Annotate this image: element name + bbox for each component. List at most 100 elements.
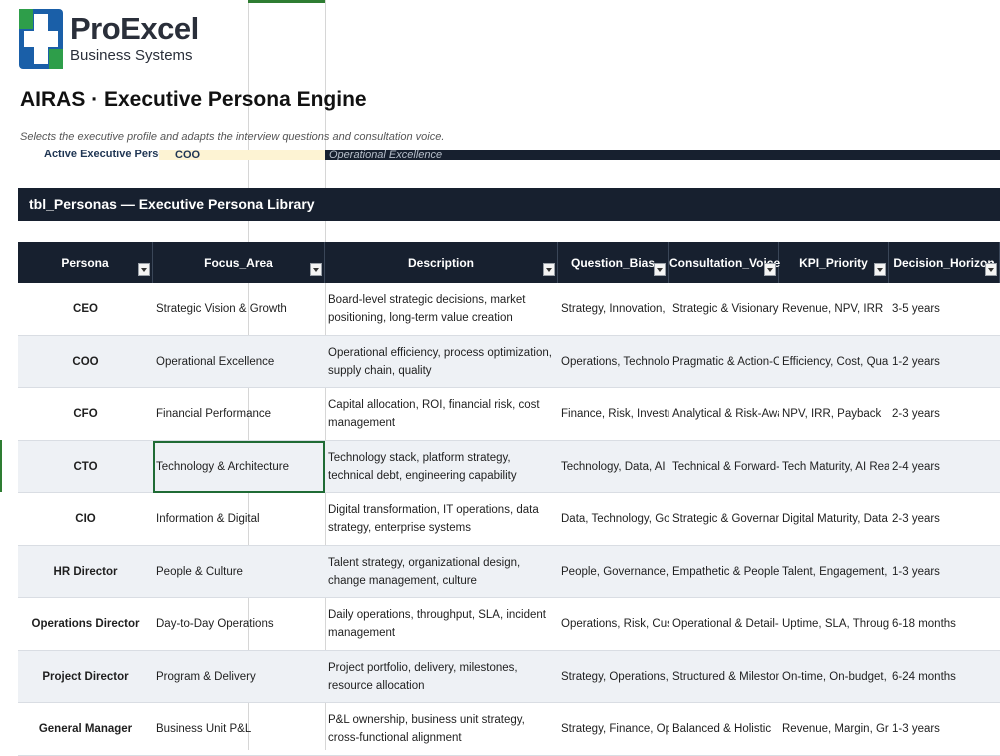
filter-dropdown-icon[interactable] bbox=[764, 263, 776, 276]
table-body: CEO Strategic Vision & Growth Board-level … bbox=[18, 283, 1000, 756]
cell-decision-horizon[interactable]: 2-4 years bbox=[889, 441, 1000, 493]
cell-focus-area[interactable]: Program & Delivery bbox=[153, 651, 325, 703]
cell-decision-horizon[interactable]: 3-5 years bbox=[889, 283, 1000, 335]
cell-question-bias[interactable]: Finance, Risk, Investment bbox=[558, 388, 669, 440]
cell-decision-horizon[interactable]: 2-3 years bbox=[889, 388, 1000, 440]
cell-description[interactable]: Technology stack, platform strategy, tec… bbox=[325, 441, 558, 493]
column-selection-accent bbox=[248, 0, 325, 3]
column-header-consultation-voice[interactable]: Consultation_Voice bbox=[669, 242, 780, 283]
filter-dropdown-icon[interactable] bbox=[874, 263, 886, 276]
column-header-description[interactable]: Description bbox=[325, 242, 558, 283]
cell-persona[interactable]: CIO bbox=[18, 493, 153, 545]
cell-question-bias[interactable]: Data, Technology, Govern bbox=[558, 493, 669, 545]
cell-kpi-priority[interactable]: Revenue, NPV, IRR bbox=[779, 283, 889, 335]
column-header-persona[interactable]: Persona bbox=[18, 242, 153, 283]
persona-table: Persona Focus_Area Description Question_Bia… bbox=[18, 242, 1000, 756]
cell-persona[interactable]: COO bbox=[18, 336, 153, 388]
cell-focus-area[interactable]: Strategic Vision & Growth bbox=[153, 283, 325, 335]
cell-kpi-priority[interactable]: Digital Maturity, Data Qu bbox=[779, 493, 889, 545]
table-row: Project Director Program & Delivery Projec… bbox=[18, 650, 1000, 703]
table-row: Operations Director Day-to-Day Operations… bbox=[18, 598, 1000, 651]
column-header-label: Persona bbox=[61, 256, 109, 270]
filter-dropdown-icon[interactable] bbox=[985, 263, 997, 276]
filter-dropdown-icon[interactable] bbox=[138, 263, 150, 276]
brand-subtitle: Business Systems bbox=[70, 47, 193, 64]
cell-persona[interactable]: CEO bbox=[18, 283, 153, 335]
proexcel-logo-icon bbox=[19, 9, 63, 69]
cell-kpi-priority[interactable]: NPV, IRR, Payback bbox=[779, 388, 889, 440]
filter-dropdown-icon[interactable] bbox=[654, 263, 666, 276]
cell-kpi-priority[interactable]: Uptime, SLA, Throughput bbox=[779, 598, 889, 650]
cell-decision-horizon[interactable]: 1-3 years bbox=[889, 546, 1000, 598]
cell-question-bias[interactable]: Strategy, Operations, Fina bbox=[558, 651, 669, 703]
brand: ProExcel Business Systems bbox=[70, 11, 199, 66]
cell-focus-area[interactable]: Operational Excellence bbox=[153, 336, 325, 388]
cell-kpi-priority[interactable]: Efficiency, Cost, Quality bbox=[779, 336, 889, 388]
cell-persona[interactable]: Project Director bbox=[18, 651, 153, 703]
cell-question-bias[interactable]: Operations, Technology, F bbox=[558, 336, 669, 388]
cell-description[interactable]: Board-level strategic decisions, market … bbox=[325, 283, 558, 335]
cell-description[interactable]: P&L ownership, business unit strategy, c… bbox=[325, 703, 558, 755]
cell-question-bias[interactable]: People, Governance, Cultu bbox=[558, 546, 669, 598]
cell-persona[interactable]: CTO bbox=[18, 441, 153, 493]
cell-question-bias[interactable]: Strategy, Finance, Operati bbox=[558, 703, 669, 755]
cell-focus-area[interactable]: Financial Performance bbox=[153, 388, 325, 440]
cell-consultation-voice[interactable]: Strategic & Governance-Fo bbox=[669, 493, 779, 545]
cell-decision-horizon[interactable]: 6-24 months bbox=[889, 651, 1000, 703]
cell-persona[interactable]: CFO bbox=[18, 388, 153, 440]
filter-dropdown-icon[interactable] bbox=[543, 263, 555, 276]
cell-focus-area[interactable]: Technology & Architecture bbox=[153, 440, 325, 493]
cell-consultation-voice[interactable]: Technical & Forward-Look bbox=[669, 441, 779, 493]
cell-description[interactable]: Operational efficiency, process optimiza… bbox=[325, 336, 558, 388]
cell-description[interactable]: Capital allocation, ROI, financial risk,… bbox=[325, 388, 558, 440]
column-header-focus-area[interactable]: Focus_Area bbox=[153, 242, 325, 283]
table-row: CFO Financial Performance Capital allocati… bbox=[18, 388, 1000, 441]
cell-kpi-priority[interactable]: Revenue, Margin, Growth bbox=[779, 703, 889, 755]
column-header-label: Description bbox=[407, 256, 474, 270]
cell-consultation-voice[interactable]: Empathetic & People-Cent bbox=[669, 546, 779, 598]
cell-persona[interactable]: Operations Director bbox=[18, 598, 153, 650]
cell-decision-horizon[interactable]: 2-3 years bbox=[889, 493, 1000, 545]
cell-description[interactable]: Talent strategy, organizational design, … bbox=[325, 546, 558, 598]
cell-decision-horizon[interactable]: 6-18 months bbox=[889, 598, 1000, 650]
cell-question-bias[interactable]: Technology, Data, AI bbox=[558, 441, 669, 493]
column-header-kpi-priority[interactable]: KPI_Priority bbox=[779, 242, 889, 283]
table-row: HR Director People & Culture Talent strate… bbox=[18, 545, 1000, 598]
cell-persona[interactable]: HR Director bbox=[18, 546, 153, 598]
cell-kpi-priority[interactable]: Tech Maturity, AI Readine bbox=[779, 441, 889, 493]
persona-selector-value[interactable]: COO bbox=[159, 150, 343, 160]
cell-description[interactable]: Digital transformation, IT operations, d… bbox=[325, 493, 558, 545]
column-header-decision-horizon[interactable]: Decision_Horizon bbox=[889, 242, 1000, 283]
cell-decision-horizon[interactable]: 1-3 years bbox=[889, 703, 1000, 755]
section-title-bar: tbl_Personas — Executive Persona Library bbox=[18, 188, 1000, 221]
cell-kpi-priority[interactable]: Talent, Engagement, Chan bbox=[779, 546, 889, 598]
cell-persona[interactable]: General Manager bbox=[18, 703, 153, 755]
table-row: CEO Strategic Vision & Growth Board-level … bbox=[18, 283, 1000, 336]
table-row: General Manager Business Unit P&L P&L owne… bbox=[18, 703, 1000, 756]
cell-consultation-voice[interactable]: Strategic & Visionary bbox=[669, 283, 779, 335]
cell-consultation-voice[interactable]: Pragmatic & Action-Orien bbox=[669, 336, 779, 388]
column-header-question-bias[interactable]: Question_Bias bbox=[558, 242, 669, 283]
column-header-label: Decision_Horizon bbox=[893, 256, 995, 270]
filter-dropdown-icon[interactable] bbox=[310, 263, 322, 276]
cell-focus-area[interactable]: Information & Digital bbox=[153, 493, 325, 545]
cell-focus-area[interactable]: Business Unit P&L bbox=[153, 703, 325, 755]
cell-focus-area[interactable]: People & Culture bbox=[153, 546, 325, 598]
cell-focus-area[interactable]: Day-to-Day Operations bbox=[153, 598, 325, 650]
cell-consultation-voice[interactable]: Analytical & Risk-Aware bbox=[669, 388, 779, 440]
cell-decision-horizon[interactable]: 1-2 years bbox=[889, 336, 1000, 388]
table-row: CTO Technology & Architecture Technology s… bbox=[18, 440, 1000, 493]
cell-consultation-voice[interactable]: Operational & Detail-Focu bbox=[669, 598, 779, 650]
cell-description[interactable]: Project portfolio, delivery, milestones,… bbox=[325, 651, 558, 703]
table-header: Persona Focus_Area Description Question_Bia… bbox=[18, 242, 1000, 283]
page-title: AIRAS · Executive Persona Engine bbox=[20, 88, 367, 111]
cell-description[interactable]: Daily operations, throughput, SLA, incid… bbox=[325, 598, 558, 650]
cell-kpi-priority[interactable]: On-time, On-budget, Scop bbox=[779, 651, 889, 703]
page-subtitle: Selects the executive profile and adapts… bbox=[20, 131, 445, 143]
cell-question-bias[interactable]: Strategy, Innovation, Mark bbox=[558, 283, 669, 335]
column-header-label: KPI_Priority bbox=[799, 256, 868, 270]
cell-consultation-voice[interactable]: Structured & Milestone-Di bbox=[669, 651, 779, 703]
brand-name: ProExcel bbox=[70, 11, 199, 46]
cell-question-bias[interactable]: Operations, Risk, Custome bbox=[558, 598, 669, 650]
cell-consultation-voice[interactable]: Balanced & Holistic bbox=[669, 703, 779, 755]
